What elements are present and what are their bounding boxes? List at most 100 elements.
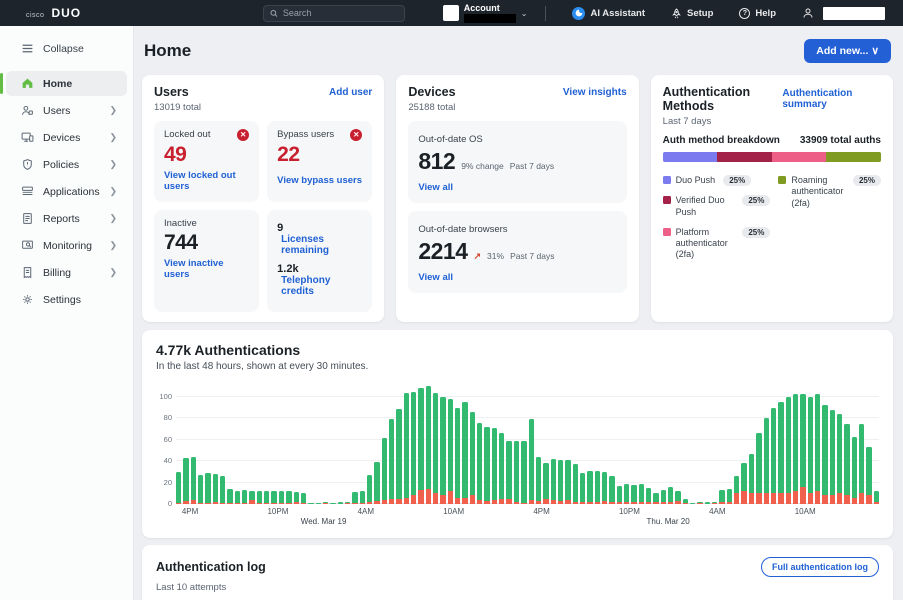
success-segment (756, 433, 762, 494)
failure-segment (866, 495, 872, 504)
billing-icon (20, 266, 34, 280)
sidebar-item-monitoring[interactable]: Monitoring ❯ (6, 233, 127, 258)
out-of-date-os-tile: Out-of-date OS 812 9% change Past 7 days… (408, 121, 627, 203)
chart-bar (205, 472, 211, 504)
success-segment (726, 489, 733, 502)
success-segment (763, 418, 769, 494)
duo-wordmark: DUO (51, 6, 82, 20)
chart-bar (594, 470, 600, 504)
legend-percent-badge: 25% (742, 226, 771, 238)
success-segment (601, 471, 608, 501)
chart-bar (403, 392, 409, 504)
failure-segment (844, 495, 850, 504)
chart-bar (440, 397, 446, 504)
failure-segment (756, 493, 762, 504)
success-segment (535, 456, 542, 501)
breakdown-segment (717, 152, 772, 162)
success-segment (477, 422, 483, 500)
search-input[interactable] (282, 8, 398, 18)
add-new-label: Add new... (816, 45, 869, 57)
success-segment (198, 475, 204, 503)
sidebar-item-label: Settings (43, 293, 81, 306)
out-of-date-os-count: 812 (418, 148, 456, 174)
view-inactive-users-link[interactable]: View inactive users (164, 258, 249, 280)
setup-button[interactable]: Setup (671, 8, 713, 19)
sidebar-item-settings[interactable]: Settings (6, 287, 127, 312)
sidebar-item-billing[interactable]: Billing ❯ (6, 260, 127, 285)
y-axis-label: 0 (167, 499, 172, 508)
users-card-title: Users (154, 85, 189, 99)
page-title: Home (144, 41, 192, 60)
sidebar-item-policies[interactable]: Policies ❯ (6, 152, 127, 177)
x-axis-tick: 4AM (709, 507, 726, 516)
breakdown-label: Auth method breakdown (662, 135, 780, 146)
failure-segment (792, 491, 799, 504)
view-all-os-link[interactable]: View all (418, 182, 453, 193)
sidebar-item-reports[interactable]: Reports ❯ (6, 206, 127, 231)
legend-item: Roaming authenticator (2fa) 25% (778, 175, 881, 209)
failure-segment (425, 489, 432, 504)
ai-assistant-button[interactable]: AI Assistant (572, 6, 645, 20)
sidebar-item-users[interactable]: Users ❯ (6, 98, 127, 123)
x-axis-tick: 4AM (357, 507, 375, 516)
devices-total: 25188 total (408, 102, 456, 113)
reports-icon (20, 212, 34, 226)
chart-bar (550, 459, 556, 504)
success-segment (741, 463, 747, 492)
success-segment (579, 473, 586, 502)
success-segment (660, 490, 667, 502)
view-insights-link[interactable]: View insights (563, 87, 627, 98)
sidebar-nav: Collapse Home Users ❯ Devices ❯ Policies ❯ Appl… (0, 26, 134, 600)
chart-bar (477, 422, 483, 504)
success-segment (411, 391, 417, 496)
x-axis-tick: 10PM (267, 507, 289, 516)
telephony-credits-link[interactable]: Telephony credits (281, 275, 362, 297)
success-segment (770, 407, 777, 494)
success-segment (587, 470, 593, 502)
sidebar-item-applications[interactable]: Applications ❯ (6, 179, 127, 204)
chart-bar (646, 487, 652, 504)
add-user-link[interactable]: Add user (329, 87, 372, 98)
view-bypass-users-link[interactable]: View bypass users (277, 175, 362, 186)
view-all-browsers-link[interactable]: View all (418, 272, 453, 283)
chart-bar (792, 393, 799, 504)
users-total: 13019 total (154, 102, 202, 113)
view-locked-out-users-link[interactable]: View locked out users (164, 170, 249, 192)
sidebar-item-home[interactable]: Home (0, 71, 127, 96)
full-authentication-log-button[interactable]: Full authentication log (761, 557, 879, 577)
applications-icon (20, 185, 34, 199)
chart-bar (359, 491, 365, 504)
success-segment (785, 397, 791, 494)
licenses-remaining-link[interactable]: Licenses remaining (281, 234, 362, 256)
chart-bar (873, 491, 879, 504)
global-search[interactable] (262, 4, 405, 22)
chart-bar (756, 433, 762, 504)
bypass-users-tile: Bypass users ✕ 22 View bypass users (267, 121, 373, 202)
trend-up-icon: ↗ (473, 251, 482, 261)
chart-bar (668, 486, 674, 504)
legend-column: Roaming authenticator (2fa) 25% (778, 175, 881, 261)
sidebar-item-devices[interactable]: Devices ❯ (6, 125, 127, 150)
help-button[interactable]: ? Help (739, 7, 776, 19)
user-menu[interactable] (802, 6, 885, 20)
chart-plot: 0 20 40 60 80 100 (159, 386, 879, 508)
chart-bar (491, 428, 498, 504)
chart-bar (198, 475, 204, 504)
authentication-summary-link[interactable]: Authentication summary (782, 88, 881, 110)
telephony-count: 1.2k (277, 263, 299, 275)
success-segment (748, 453, 755, 494)
chevron-right-icon: ❯ (109, 240, 117, 250)
legend-percent-badge: 25% (742, 195, 771, 207)
success-segment (550, 459, 556, 500)
bypass-users-count: 22 (277, 143, 300, 166)
account-switcher[interactable]: Account ⌄ (442, 3, 527, 23)
sidebar-collapse-button[interactable]: Collapse (6, 36, 127, 61)
chart-bar (565, 460, 571, 504)
add-new-button[interactable]: Add new... ∨ (804, 39, 891, 63)
success-segment (278, 491, 285, 503)
breakdown-segment (771, 152, 827, 162)
success-segment (212, 474, 219, 502)
chart-bar (829, 409, 835, 504)
chart-bar (300, 493, 307, 504)
auth-log-title: Authentication log (156, 560, 266, 574)
